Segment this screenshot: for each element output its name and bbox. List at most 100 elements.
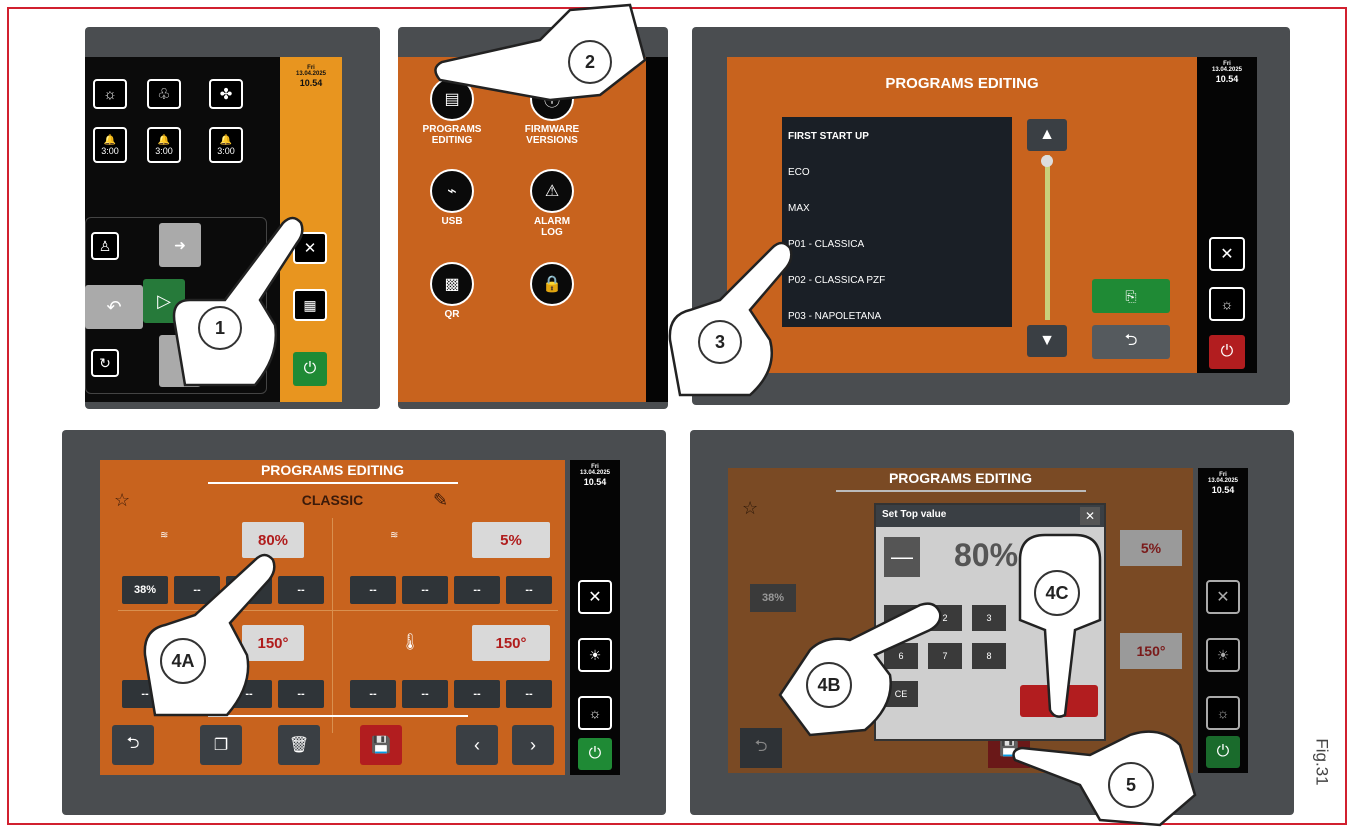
back-button[interactable]: ⮌ <box>112 725 154 765</box>
step-cell[interactable]: -- <box>350 680 396 708</box>
list-item[interactable]: ECO <box>782 167 1012 178</box>
numpad-key[interactable]: 8 <box>972 643 1006 669</box>
page-title: PROGRAMS EDITING <box>885 75 1039 92</box>
step-cell[interactable]: -- <box>506 576 552 604</box>
warning-icon[interactable]: ⚠ <box>530 169 574 213</box>
clock: Fri 13.04.2025 10.54 <box>1197 61 1257 84</box>
step-cell[interactable]: -- <box>454 576 500 604</box>
page-title: PROGRAMS EDITING <box>260 462 405 478</box>
prev-button[interactable]: ‹ <box>456 725 498 765</box>
scroll-up-button[interactable]: ▲ <box>1027 119 1067 151</box>
scrollbar[interactable] <box>1045 155 1050 320</box>
callout-2: 2 <box>568 40 612 84</box>
clock: Fri 13.04.2025 10.54 <box>280 65 342 88</box>
temp-field[interactable]: 150° <box>472 625 550 661</box>
list-item[interactable]: P03 - NAPOLETANA <box>782 311 1012 322</box>
step-cell[interactable]: -- <box>402 576 448 604</box>
bell-icon: 🔔 <box>157 134 171 146</box>
power-button[interactable]: ⏻ <box>578 738 612 770</box>
list-item[interactable]: P01 - CLASSICA <box>782 239 1012 250</box>
step-cell[interactable]: -- <box>402 680 448 708</box>
menu-label-firmware-versions: FIRMWARE VERSIONS <box>524 124 580 146</box>
top-light-icon[interactable]: ☀ <box>578 638 612 672</box>
pointing-hand-icon <box>172 216 304 387</box>
power-button[interactable]: ⏻ <box>1209 335 1245 369</box>
callout-3: 3 <box>698 320 742 364</box>
leaf-icon[interactable]: ♧ <box>147 79 181 109</box>
menu-label-programs-editing: PROGRAMS EDITING <box>422 124 482 146</box>
step-cell[interactable]: -- <box>454 680 500 708</box>
clock-time: 10.54 <box>583 477 607 487</box>
top-light-icon[interactable]: ☀ <box>1206 638 1240 672</box>
list-item[interactable]: MAX <box>782 203 1012 214</box>
fan-icon[interactable]: ✤ <box>209 79 243 109</box>
pointing-hand-icon <box>668 241 793 397</box>
lamp-icon[interactable]: ☼ <box>578 696 612 730</box>
clock-time: 10.54 <box>1211 485 1235 495</box>
callout-1: 1 <box>198 306 242 350</box>
delete-button[interactable]: 🗑 <box>278 725 320 765</box>
clock-time: 10.54 <box>299 78 323 88</box>
callout-4c: 4C <box>1034 570 1080 616</box>
scrollbar-thumb[interactable] <box>1041 155 1053 167</box>
lamp-icon[interactable]: ☼ <box>1209 287 1245 321</box>
side-bar: Fri 13.04.2025 10.54 ✕ ☼ ⏻ <box>1197 57 1257 373</box>
user-icon[interactable]: ♙ <box>91 232 119 260</box>
copy-button[interactable]: ❐ <box>200 725 242 765</box>
bell-icon: 🔔 <box>103 134 117 146</box>
refresh-icon[interactable]: ↻ <box>91 349 119 377</box>
save-button[interactable]: 💾 <box>360 725 402 765</box>
callout-4a: 4A <box>160 638 206 684</box>
side-bar: Fri 13.04.2025 10.54 ✕ ☀ ☼ ⏻ <box>570 460 620 775</box>
star-icon: ☆ <box>742 498 759 518</box>
tools-icon[interactable]: ✕ <box>578 580 612 614</box>
lamp-icon[interactable]: ☼ <box>1206 696 1240 730</box>
qr-icon[interactable]: ▩ <box>430 262 474 306</box>
numpad-key[interactable]: 3 <box>972 605 1006 631</box>
clock-time: 10.54 <box>1215 74 1239 84</box>
title-underline <box>208 482 458 484</box>
tools-icon[interactable]: ✕ <box>1206 580 1240 614</box>
menu-label-usb: USB <box>441 216 463 227</box>
timer-3[interactable]: 🔔 3:00 <box>209 127 243 163</box>
return-icon[interactable]: ↶ <box>85 285 143 329</box>
scroll-down-button[interactable]: ▼ <box>1027 325 1067 357</box>
list-item[interactable]: P02 - CLASSICA PZF <box>782 275 1012 286</box>
bell-icon: 🔔 <box>219 134 233 146</box>
lock-icon[interactable]: 🔒 <box>530 262 574 306</box>
star-icon[interactable]: ☆ <box>114 490 130 511</box>
timer-value: 3:00 <box>217 145 235 156</box>
bottom-value-field: 5% <box>1120 530 1182 566</box>
next-button[interactable]: › <box>512 725 554 765</box>
clock-date: 13.04.2025 <box>1211 67 1243 73</box>
temp-field: 150° <box>1120 633 1182 669</box>
bottom-value-field[interactable]: 5% <box>472 522 550 558</box>
thermometer-icon: 🌡 <box>400 634 421 651</box>
timer-value: 3:00 <box>101 145 119 156</box>
menu-label-alarm-log: ALARM LOG <box>533 216 571 238</box>
list-item[interactable]: FIRST START UP <box>782 131 1012 142</box>
pointing-hand-icon <box>1012 730 1197 827</box>
back-button[interactable]: ⮌ <box>1092 325 1170 359</box>
step-cell[interactable]: -- <box>506 680 552 708</box>
callout-4b: 4B <box>806 662 852 708</box>
timer-1[interactable]: 🔔 3:00 <box>93 127 127 163</box>
side-bar: Fri 13.04.2025 10.54 ✕ ☀ ☼ ⏻ <box>1198 468 1248 773</box>
new-file-button[interactable]: ⎘ <box>1092 279 1170 313</box>
power-button[interactable]: ⏻ <box>1206 736 1240 768</box>
program-list[interactable]: FIRST START UP ECO MAX P01 - CLASSICA P0… <box>782 117 1012 327</box>
tools-icon[interactable]: ✕ <box>1209 237 1245 271</box>
clock-date: 13.04.2025 <box>579 470 611 476</box>
callout-5: 5 <box>1108 762 1154 808</box>
lamp-icon[interactable]: ☼ <box>93 79 127 109</box>
page-title: PROGRAMS EDITING <box>888 470 1033 486</box>
minus-button[interactable]: — <box>884 537 920 577</box>
clock-date: 13.04.2025 <box>295 71 327 77</box>
usb-icon[interactable]: ⌁ <box>430 169 474 213</box>
program-name: CLASSIC <box>301 492 364 508</box>
timer-2[interactable]: 🔔 3:00 <box>147 127 181 163</box>
pointing-hand-icon <box>778 602 942 737</box>
pencil-icon[interactable]: ✎ <box>433 490 448 511</box>
bottom-heat-icon: ≋ <box>390 530 399 541</box>
step-cell[interactable]: -- <box>350 576 396 604</box>
